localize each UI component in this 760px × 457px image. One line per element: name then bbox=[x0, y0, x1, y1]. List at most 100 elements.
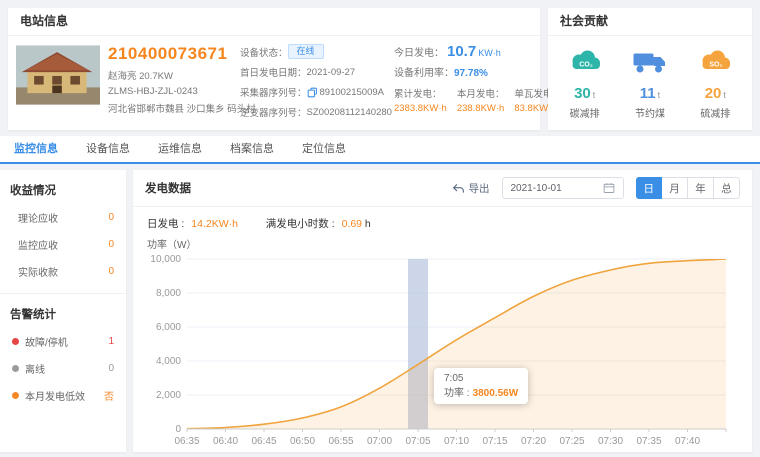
station-model: ZLMS-HBJ-ZJL-0243 bbox=[108, 86, 236, 97]
chart-title: 发电数据 bbox=[145, 180, 191, 196]
alarm-value: 否 bbox=[104, 388, 114, 403]
total-generation-label: 累计发电： bbox=[394, 86, 447, 100]
alarm-row-low-efficiency: 本月发电低效 否 bbox=[0, 382, 126, 409]
income-value: 0 bbox=[108, 239, 114, 250]
low-efficiency-dot-icon bbox=[12, 392, 19, 399]
status-badge: 在线 bbox=[288, 44, 324, 59]
export-button[interactable]: 导出 bbox=[452, 181, 490, 196]
range-toggle: 日 月 年 总 bbox=[636, 177, 741, 199]
today-generation-row: 今日发电： 10.7 KW·h bbox=[394, 44, 532, 59]
tab-operation-info[interactable]: 运维信息 bbox=[144, 136, 216, 162]
coal-saving-unit: t bbox=[658, 90, 661, 100]
svg-text:07:30: 07:30 bbox=[598, 436, 623, 447]
range-day-button[interactable]: 日 bbox=[636, 177, 663, 199]
svg-text:功率（W）: 功率（W） bbox=[147, 238, 196, 251]
tab-device-info[interactable]: 设备信息 bbox=[72, 136, 144, 162]
carbon-reduction-label: 碳减排 bbox=[552, 105, 617, 120]
coal-saving-value: 11 bbox=[640, 85, 656, 102]
date-value: 2021-10-01 bbox=[511, 183, 562, 194]
tab-location-info[interactable]: 定位信息 bbox=[288, 136, 360, 162]
range-total-button[interactable]: 总 bbox=[714, 177, 740, 199]
alarm-row-fault: 故障/停机 1 bbox=[0, 328, 126, 355]
svg-text:07:10: 07:10 bbox=[444, 436, 469, 447]
svg-text:10,000: 10,000 bbox=[150, 254, 181, 265]
svg-text:07:35: 07:35 bbox=[636, 436, 661, 447]
social-contribution-title: 社会贡献 bbox=[548, 8, 752, 36]
carbon-reduction-item: CO₂ 30t 碳减排 bbox=[552, 48, 617, 120]
svg-text:4,000: 4,000 bbox=[156, 356, 181, 367]
svg-text:06:45: 06:45 bbox=[251, 436, 276, 447]
carbon-reduction-value: 30 bbox=[574, 85, 591, 102]
utilization-label: 设备利用率： bbox=[394, 64, 454, 79]
svg-text:SO₂: SO₂ bbox=[710, 62, 723, 69]
tab-archive-info[interactable]: 档案信息 bbox=[216, 136, 288, 162]
svg-text:0: 0 bbox=[175, 424, 181, 435]
alarm-section-title: 告警统计 bbox=[0, 294, 126, 328]
range-year-button[interactable]: 年 bbox=[688, 177, 714, 199]
so2-cloud-icon: SO₂ bbox=[697, 48, 733, 75]
svg-text:06:40: 06:40 bbox=[213, 436, 238, 447]
house-image bbox=[16, 44, 100, 106]
today-generation-value: 10.7 bbox=[447, 44, 476, 59]
export-label: 导出 bbox=[469, 181, 490, 196]
svg-text:06:50: 06:50 bbox=[290, 436, 315, 447]
range-month-button[interactable]: 月 bbox=[662, 177, 688, 199]
svg-text:8,000: 8,000 bbox=[156, 288, 181, 299]
power-area-chart: 功率（W）02,0004,0006,0008,00010,00006:3506:… bbox=[145, 237, 740, 449]
income-row-theoretical: 理论应收 0 bbox=[0, 204, 126, 231]
full-hours-label: 满发电小时数 : bbox=[266, 218, 335, 230]
income-section-title: 收益情况 bbox=[0, 170, 126, 204]
income-label: 实际收款 bbox=[18, 264, 58, 279]
svg-text:CO₂: CO₂ bbox=[579, 62, 593, 69]
day-generation-value: 14.2KW·h bbox=[191, 218, 238, 230]
generation-data-panel: 发电数据 导出 2021-10-01 日 月 年 总 日发电 : 14.2KW·… bbox=[133, 170, 752, 452]
fault-dot-icon bbox=[12, 338, 19, 345]
station-info-panel: 电站信息 210400073671 赵海亮 20.7KW ZLM bbox=[8, 8, 540, 130]
today-generation-unit: KW·h bbox=[478, 48, 501, 58]
export-icon bbox=[452, 182, 465, 195]
income-label: 监控应收 bbox=[18, 237, 58, 252]
station-id: 210400073671 bbox=[108, 44, 236, 64]
copy-icon[interactable] bbox=[307, 87, 318, 98]
sidebar-panel: 收益情况 理论应收 0 监控应收 0 实际收款 0 告警统计 故障/停机 1 离… bbox=[0, 170, 126, 452]
sulfur-reduction-value: 20 bbox=[705, 85, 722, 102]
month-generation-label: 本月发电： bbox=[457, 86, 505, 100]
full-hours-value: 0.69 bbox=[342, 218, 362, 230]
income-row-actual: 实际收款 0 bbox=[0, 258, 126, 285]
alarm-value: 0 bbox=[108, 363, 114, 374]
alarm-value: 1 bbox=[108, 336, 114, 347]
income-label: 理论应收 bbox=[18, 210, 58, 225]
tab-monitoring-info[interactable]: 监控信息 bbox=[0, 136, 72, 162]
income-row-monitored: 监控应收 0 bbox=[0, 231, 126, 258]
alarm-label: 本月发电低效 bbox=[25, 388, 85, 403]
station-photo bbox=[16, 44, 100, 106]
svg-text:07:05: 07:05 bbox=[405, 436, 430, 447]
alarm-row-offline: 离线 0 bbox=[0, 355, 126, 382]
collector-label: 采集器序列号： bbox=[240, 85, 307, 99]
sulfur-reduction-unit: t bbox=[723, 90, 726, 100]
inverter-sn: SZ00208112140280 bbox=[307, 107, 392, 118]
device-status-label: 设备状态： bbox=[240, 45, 288, 59]
first-gen-row: 首日发电日期： 2021-09-27 bbox=[240, 65, 390, 79]
station-info-title: 电站信息 bbox=[8, 8, 540, 36]
device-status-row: 设备状态： 在线 bbox=[240, 44, 390, 59]
coal-saving-item: 11t 节约煤 bbox=[618, 48, 683, 120]
svg-text:07:15: 07:15 bbox=[482, 436, 507, 447]
utilization-value: 97.78% bbox=[454, 68, 488, 79]
total-generation-value: 2383.8KW·h bbox=[394, 103, 447, 114]
station-address: 河北省邯郸市魏县 沙口集乡 码头村 bbox=[108, 101, 236, 115]
income-value: 0 bbox=[108, 266, 114, 277]
svg-text:06:35: 06:35 bbox=[174, 436, 199, 447]
svg-text:07:20: 07:20 bbox=[521, 436, 546, 447]
total-generation-stat: 累计发电： 2383.8KW·h bbox=[394, 86, 447, 114]
svg-text:06:55: 06:55 bbox=[328, 436, 353, 447]
date-picker[interactable]: 2021-10-01 bbox=[502, 177, 624, 199]
station-owner: 赵海亮 20.7KW bbox=[108, 68, 236, 82]
day-generation-label: 日发电 : bbox=[147, 218, 184, 230]
today-generation-label: 今日发电： bbox=[394, 44, 444, 59]
chart-kpi-row: 日发电 : 14.2KW·h 满发电小时数 : 0.69 h bbox=[145, 213, 740, 235]
svg-text:6,000: 6,000 bbox=[156, 322, 181, 333]
collector-sn: 89100215009A bbox=[320, 87, 384, 98]
first-gen-date: 2021-09-27 bbox=[307, 67, 356, 78]
power-chart[interactable]: 功率（W）02,0004,0006,0008,00010,00006:3506:… bbox=[145, 237, 740, 454]
